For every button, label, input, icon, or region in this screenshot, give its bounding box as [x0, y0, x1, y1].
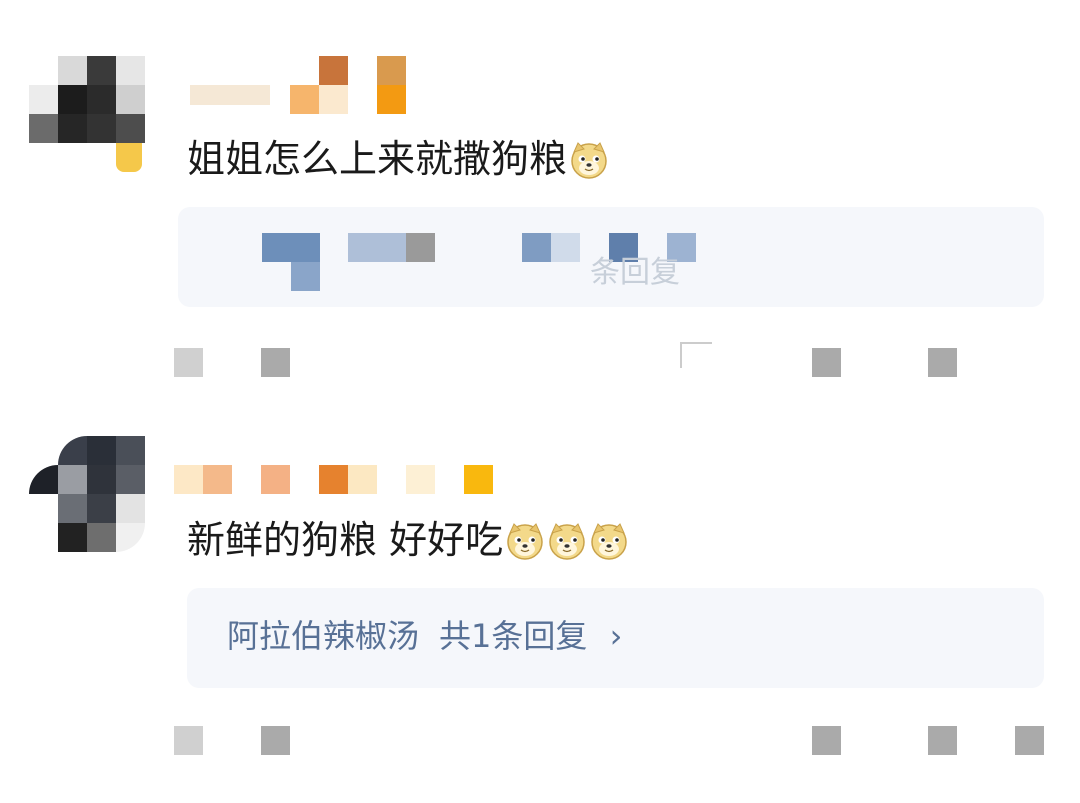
- like-icon[interactable]: [928, 348, 957, 377]
- like-icon[interactable]: [1015, 726, 1044, 755]
- chevron-right-icon: ›: [609, 617, 623, 655]
- timestamp-mosaic: [174, 348, 203, 377]
- avatar[interactable]: [29, 436, 149, 556]
- location-mosaic: [261, 348, 290, 377]
- doge-emoji-icon: [589, 521, 629, 561]
- reply-username[interactable]: 阿拉伯辣椒汤: [227, 617, 419, 655]
- reply-preview-box[interactable]: 阿拉伯辣椒汤 共1条回复 ›: [187, 588, 1044, 688]
- timestamp-mosaic: [174, 726, 203, 755]
- comment-text: 新鲜的狗粮 好好吃: [187, 517, 629, 563]
- comment-body: 新鲜的狗粮 好好吃: [187, 518, 504, 562]
- comment-item: 姐姐怎么上来就撒狗粮 条回复: [0, 0, 1080, 405]
- reply-count[interactable]: 共1条回复: [439, 617, 587, 655]
- doge-emoji-icon: [547, 521, 587, 561]
- avatar[interactable]: [29, 56, 149, 176]
- comment-icon[interactable]: [812, 348, 841, 377]
- comment-text: 姐姐怎么上来就撒狗粮: [187, 136, 609, 182]
- share-icon[interactable]: [680, 342, 712, 368]
- doge-emoji-icon: [569, 140, 609, 180]
- comment-item: 新鲜的狗粮 好好吃 阿拉伯辣椒汤 共1条回复 ›: [0, 405, 1080, 803]
- location-mosaic: [261, 726, 290, 755]
- reply-preview-line[interactable]: 阿拉伯辣椒汤 共1条回复 ›: [227, 616, 622, 656]
- share-icon[interactable]: [812, 726, 841, 755]
- comment-body: 姐姐怎么上来就撒狗粮: [187, 137, 568, 181]
- reply-count-faint: 条回复: [590, 255, 680, 290]
- doge-emoji-icon: [505, 521, 545, 561]
- comment-icon[interactable]: [928, 726, 957, 755]
- reply-preview-box[interactable]: 条回复: [178, 207, 1044, 307]
